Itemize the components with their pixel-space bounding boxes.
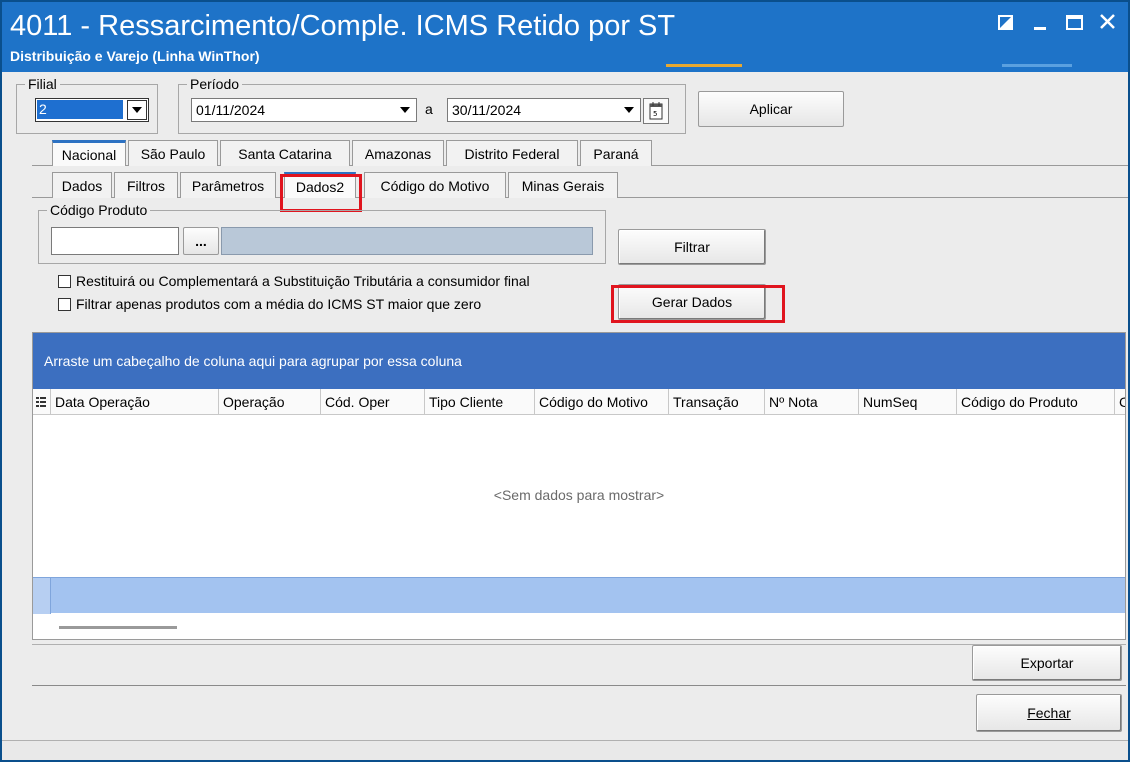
tab-filtros[interactable]: Filtros bbox=[114, 172, 178, 198]
browse-produto-button[interactable]: ... bbox=[183, 227, 219, 255]
checkbox-restituira[interactable] bbox=[58, 275, 71, 288]
bottom-panel bbox=[32, 644, 1126, 686]
filial-group: Filial 2 bbox=[16, 76, 158, 134]
restore-icon[interactable] bbox=[992, 10, 1022, 36]
checkbox-media-icms[interactable] bbox=[58, 298, 71, 311]
column-header[interactable]: Nº Nota bbox=[765, 389, 859, 415]
period-start-select[interactable]: 01/11/2024 bbox=[191, 98, 417, 122]
grid-footer bbox=[33, 577, 1125, 614]
chevron-down-icon[interactable] bbox=[127, 100, 147, 120]
tab-dados[interactable]: Dados bbox=[52, 172, 112, 198]
period-end-select[interactable]: 30/11/2024 bbox=[447, 98, 641, 122]
column-header[interactable]: Data Operação bbox=[51, 389, 219, 415]
filial-label: Filial bbox=[25, 76, 60, 92]
column-header[interactable]: C bbox=[1115, 389, 1125, 415]
column-header[interactable]: Cód. Oper bbox=[321, 389, 425, 415]
group-by-panel[interactable]: Arraste um cabeçalho de coluna aqui para… bbox=[33, 333, 1125, 389]
column-header[interactable]: NumSeq bbox=[859, 389, 957, 415]
column-header[interactable]: Código do Motivo bbox=[535, 389, 669, 415]
footer-indicator bbox=[33, 578, 51, 614]
tab-nacional[interactable]: Nacional bbox=[52, 140, 126, 166]
window-title: 4011 - Ressarcimento/Comple. ICMS Retido… bbox=[10, 10, 676, 42]
tabs-top: Nacional São Paulo Santa Catarina Amazon… bbox=[32, 140, 1128, 166]
periodo-label: Período bbox=[187, 76, 243, 92]
grid-header: Data Operação Operação Cód. Oper Tipo Cl… bbox=[33, 389, 1125, 415]
calendar-icon[interactable]: 5 bbox=[643, 98, 669, 124]
window-subtitle: Distribuição e Varejo (Linha WinThor) bbox=[10, 48, 260, 64]
tab-amazonas[interactable]: Amazonas bbox=[352, 140, 444, 166]
tab-parametros[interactable]: Parâmetros bbox=[180, 172, 276, 198]
exportar-button[interactable]: Exportar bbox=[972, 645, 1122, 681]
title-bar[interactable]: 4011 - Ressarcimento/Comple. ICMS Retido… bbox=[2, 2, 1128, 72]
group-by-hint: Arraste um cabeçalho de coluna aqui para… bbox=[44, 353, 462, 369]
aplicar-button[interactable]: Aplicar bbox=[698, 91, 844, 127]
maximize-icon[interactable] bbox=[1059, 10, 1089, 36]
minimize-icon[interactable] bbox=[1026, 10, 1056, 36]
periodo-group: Período 01/11/2024 a 30/11/2024 5 bbox=[178, 76, 686, 134]
fechar-button[interactable]: Fechar bbox=[976, 694, 1122, 732]
title-accent-2 bbox=[1002, 64, 1072, 67]
checkbox-media-icms-label: Filtrar apenas produtos com a média do I… bbox=[76, 296, 482, 312]
filial-select[interactable]: 2 bbox=[35, 98, 149, 122]
highlight-dados2-tab bbox=[280, 174, 362, 212]
tab-parana[interactable]: Paraná bbox=[580, 140, 652, 166]
grid-empty-message: <Sem dados para mostrar> bbox=[493, 487, 665, 503]
produto-description-field bbox=[221, 227, 593, 255]
column-chooser-icon[interactable] bbox=[33, 389, 51, 415]
tabs-sub: Dados Filtros Parâmetros Dados2 Código d… bbox=[32, 172, 1128, 198]
chevron-down-icon[interactable] bbox=[395, 100, 415, 120]
data-grid[interactable]: Arraste um cabeçalho de coluna aqui para… bbox=[32, 332, 1126, 640]
tab-santa-catarina[interactable]: Santa Catarina bbox=[220, 140, 350, 166]
filial-value: 2 bbox=[37, 100, 123, 119]
column-header[interactable]: Transação bbox=[669, 389, 765, 415]
tab-codigo-do-motivo[interactable]: Código do Motivo bbox=[364, 172, 506, 198]
status-bar bbox=[2, 740, 1128, 760]
period-start-value: 01/11/2024 bbox=[196, 102, 266, 118]
close-icon[interactable] bbox=[1093, 10, 1123, 36]
column-header[interactable]: Tipo Cliente bbox=[425, 389, 535, 415]
filtrar-button[interactable]: Filtrar bbox=[618, 229, 766, 265]
tab-sao-paulo[interactable]: São Paulo bbox=[128, 140, 218, 166]
column-header[interactable]: Operação bbox=[219, 389, 321, 415]
period-end-value: 30/11/2024 bbox=[452, 102, 522, 118]
svg-text:5: 5 bbox=[653, 110, 657, 118]
codigo-produto-group: Código Produto ... bbox=[38, 202, 606, 264]
main-window: 4011 - Ressarcimento/Comple. ICMS Retido… bbox=[0, 0, 1130, 762]
highlight-gerar-dados bbox=[611, 285, 785, 323]
codigo-produto-label: Código Produto bbox=[47, 202, 151, 218]
period-separator: a bbox=[425, 101, 433, 117]
checkbox-restituira-label: Restituirá ou Complementará a Substituiç… bbox=[76, 273, 530, 289]
chevron-down-icon[interactable] bbox=[619, 100, 639, 120]
horizontal-scrollbar[interactable] bbox=[59, 626, 177, 629]
tab-minas-gerais[interactable]: Minas Gerais bbox=[508, 172, 618, 198]
tab-distrito-federal[interactable]: Distrito Federal bbox=[446, 140, 578, 166]
codigo-produto-input[interactable] bbox=[51, 227, 179, 255]
title-accent bbox=[666, 64, 742, 67]
column-header[interactable]: Código do Produto bbox=[957, 389, 1115, 415]
